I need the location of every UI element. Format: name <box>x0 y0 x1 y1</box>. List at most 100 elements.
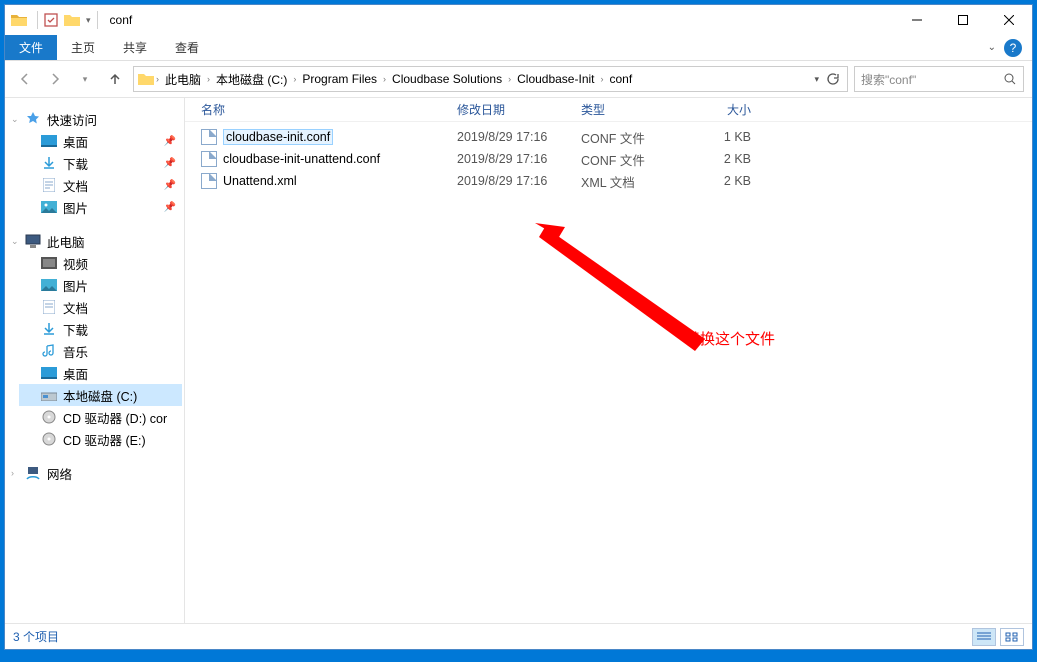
file-icon <box>201 151 217 167</box>
chevron-right-icon[interactable]: › <box>154 74 161 84</box>
sidebar-item-documents[interactable]: 文档 <box>19 296 182 318</box>
crumb-programfiles[interactable]: Program Files <box>298 72 381 86</box>
up-button[interactable] <box>103 67 127 91</box>
sidebar-item-videos[interactable]: 视频 <box>19 252 182 274</box>
qat-dropdown-icon[interactable]: ▾ <box>86 15 91 26</box>
search-placeholder: 搜索"conf" <box>861 71 916 88</box>
col-name[interactable]: 名称 <box>201 101 457 118</box>
tab-file[interactable]: 文件 <box>5 35 57 60</box>
picture-icon <box>41 277 57 293</box>
crumb-drive[interactable]: 本地磁盘 (C:) <box>212 71 291 88</box>
breadcrumb-bar[interactable]: › 此电脑 › 本地磁盘 (C:) › Program Files › Clou… <box>133 66 848 92</box>
collapse-icon[interactable]: ⌄ <box>11 236 19 247</box>
chevron-right-icon[interactable]: › <box>381 74 388 84</box>
separator <box>37 11 38 29</box>
sidebar: ⌄快速访问 桌面📌 下载📌 文档📌 图片📌 ⌄此电脑 视频 图片 文档 下载 音… <box>5 98 185 623</box>
expand-ribbon-icon[interactable]: ⌄ <box>988 42 996 53</box>
nav-buttons: ▾ <box>13 67 127 91</box>
statusbar: 3 个项目 <box>5 623 1032 649</box>
sidebar-network[interactable]: ›网络 <box>19 462 182 484</box>
explorer-window: ▾ conf 文件 主页 共享 查看 ⌄ ? ▾ › <box>4 4 1033 650</box>
file-row[interactable]: cloudbase-init.conf 2019/8/29 17:16 CONF… <box>201 126 1032 148</box>
crumb-conf[interactable]: conf <box>606 72 637 86</box>
chevron-right-icon[interactable]: › <box>205 74 212 84</box>
sidebar-item-music[interactable]: 音乐 <box>19 340 182 362</box>
tab-view[interactable]: 查看 <box>161 35 213 60</box>
desktop-icon <box>41 365 57 381</box>
cd-icon <box>41 431 57 447</box>
expand-icon[interactable]: › <box>11 468 14 478</box>
sidebar-item-documents[interactable]: 文档📌 <box>19 174 182 196</box>
annotation-text: 替换这个文件 <box>685 328 775 349</box>
file-list: cloudbase-init.conf 2019/8/29 17:16 CONF… <box>185 122 1032 192</box>
sidebar-item-cd-e[interactable]: CD 驱动器 (E:) <box>19 428 182 450</box>
video-icon <box>41 255 57 271</box>
file-row[interactable]: Unattend.xml 2019/8/29 17:16 XML 文档 2 KB <box>201 170 1032 192</box>
icons-view-button[interactable] <box>1000 628 1024 646</box>
help-button[interactable]: ? <box>1004 39 1022 57</box>
col-date[interactable]: 修改日期 <box>457 101 581 118</box>
sidebar-item-downloads[interactable]: 下载 <box>19 318 182 340</box>
tab-home[interactable]: 主页 <box>57 35 109 60</box>
pin-icon: 📌 <box>164 202 176 213</box>
pin-icon: 📌 <box>164 136 176 147</box>
qat-properties-icon[interactable] <box>44 13 58 27</box>
tab-share[interactable]: 共享 <box>109 35 161 60</box>
folder-icon <box>138 71 154 87</box>
maximize-button[interactable] <box>940 5 986 35</box>
sidebar-item-cd-d[interactable]: CD 驱动器 (D:) cor <box>19 406 182 428</box>
forward-button[interactable] <box>43 67 67 91</box>
sidebar-item-desktop[interactable]: 桌面📌 <box>19 130 182 152</box>
collapse-icon[interactable]: ⌄ <box>11 114 19 125</box>
ribbon-right: ⌄ ? <box>988 35 1032 60</box>
titlebar: ▾ conf <box>5 5 1032 35</box>
file-row[interactable]: cloudbase-init-unattend.conf 2019/8/29 1… <box>201 148 1032 170</box>
chevron-right-icon[interactable]: › <box>506 74 513 84</box>
desktop-icon <box>41 133 57 149</box>
sidebar-item-pictures[interactable]: 图片📌 <box>19 196 182 218</box>
download-icon <box>41 321 57 337</box>
details-view-button[interactable] <box>972 628 996 646</box>
column-headers: 名称 修改日期 类型 大小 <box>185 98 1032 122</box>
chevron-right-icon[interactable]: › <box>599 74 606 84</box>
cd-icon <box>41 409 57 425</box>
qat-folder-icon[interactable] <box>64 13 80 27</box>
search-input[interactable]: 搜索"conf" <box>854 66 1024 92</box>
minimize-button[interactable] <box>894 5 940 35</box>
window-controls <box>894 5 1032 35</box>
col-type[interactable]: 类型 <box>581 101 691 118</box>
pc-icon <box>25 233 41 249</box>
quick-access-toolbar: ▾ <box>37 11 98 29</box>
drive-icon <box>41 387 57 403</box>
star-icon <box>25 111 41 127</box>
ribbon: 文件 主页 共享 查看 ⌄ ? <box>5 35 1032 61</box>
sidebar-item-desktop[interactable]: 桌面 <box>19 362 182 384</box>
refresh-button[interactable] <box>821 72 843 86</box>
pin-icon: 📌 <box>164 180 176 191</box>
crumb-init[interactable]: Cloudbase-Init <box>513 72 598 86</box>
recent-dropdown-icon[interactable]: ▾ <box>73 67 97 91</box>
item-count: 3 个项目 <box>13 628 59 645</box>
back-button[interactable] <box>13 67 37 91</box>
col-size[interactable]: 大小 <box>691 101 761 118</box>
folder-icon <box>11 12 27 28</box>
address-bar: ▾ › 此电脑 › 本地磁盘 (C:) › Program Files › Cl… <box>5 61 1032 97</box>
view-buttons <box>972 628 1024 646</box>
download-icon <box>41 155 57 171</box>
sidebar-item-local-disk-c[interactable]: 本地磁盘 (C:) <box>19 384 182 406</box>
sidebar-this-pc[interactable]: ⌄此电脑 <box>19 230 182 252</box>
file-icon <box>201 129 217 145</box>
sidebar-item-pictures[interactable]: 图片 <box>19 274 182 296</box>
chevron-right-icon[interactable]: › <box>291 74 298 84</box>
window-title: conf <box>110 13 133 27</box>
search-icon[interactable] <box>1003 72 1017 86</box>
address-dropdown-icon[interactable]: ▾ <box>814 74 819 85</box>
sidebar-quick-access[interactable]: ⌄快速访问 <box>19 108 182 130</box>
sidebar-item-downloads[interactable]: 下载📌 <box>19 152 182 174</box>
titlebar-left: ▾ conf <box>5 11 132 29</box>
close-button[interactable] <box>986 5 1032 35</box>
file-icon <box>201 173 217 189</box>
crumb-cloudbase[interactable]: Cloudbase Solutions <box>388 72 506 86</box>
crumb-pc[interactable]: 此电脑 <box>161 71 205 88</box>
body: ⌄快速访问 桌面📌 下载📌 文档📌 图片📌 ⌄此电脑 视频 图片 文档 下载 音… <box>5 97 1032 623</box>
